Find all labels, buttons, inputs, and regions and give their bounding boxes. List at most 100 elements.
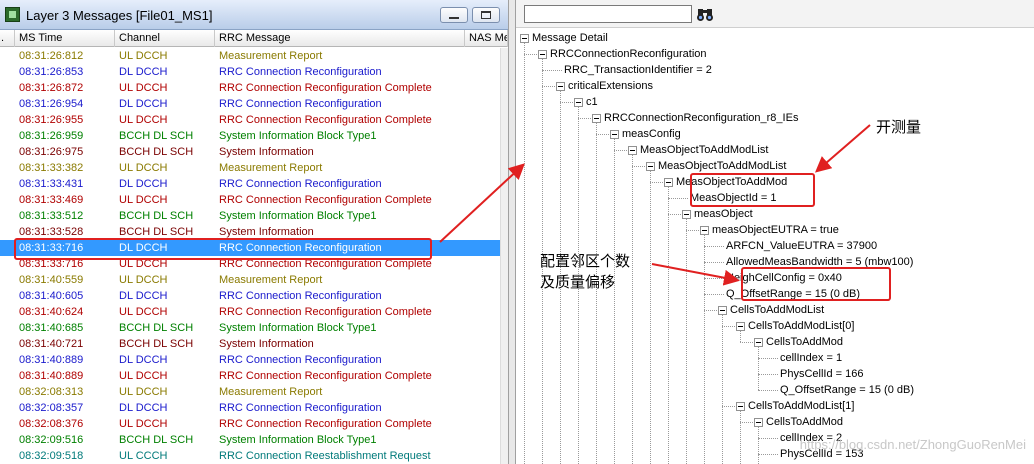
collapse-toggle-icon[interactable] <box>664 178 673 187</box>
table-row[interactable]: 08:31:26:975 BCCH DL SCH System Informatio… <box>0 144 508 160</box>
table-row[interactable]: 08:32:08:357 DL DCCH RRC Connection Reconf… <box>0 400 508 416</box>
tree-node[interactable]: Q_OffsetRange = 15 (0 dB) <box>516 382 1034 398</box>
collapse-toggle-icon[interactable] <box>628 146 637 155</box>
tree-node[interactable]: Message Detail <box>516 30 1034 46</box>
table-row[interactable]: 08:31:33:431 DL DCCH RRC Connection Reconf… <box>0 176 508 192</box>
vertical-scrollbar[interactable] <box>500 48 508 464</box>
pane-splitter[interactable] <box>508 0 516 464</box>
watermark-text: https://blog.csdn.net/ZhongGuoRenMei <box>799 437 1026 452</box>
tree-node-label: criticalExtensions <box>568 80 653 92</box>
maximize-button[interactable] <box>472 7 500 23</box>
table-row[interactable]: 08:31:40:605 DL DCCH RRC Connection Reconf… <box>0 288 508 304</box>
table-row[interactable]: 08:31:40:624 UL DCCH RRC Connection Reconf… <box>0 304 508 320</box>
binoculars-icon[interactable] <box>696 5 714 23</box>
tree-connector <box>740 422 753 423</box>
ms-time-cell: 08:32:09:516 <box>19 434 84 446</box>
table-row[interactable]: 08:31:26:853 DL DCCH RRC Connection Reconf… <box>0 64 508 80</box>
collapse-toggle-icon[interactable] <box>736 322 745 331</box>
collapse-toggle-icon[interactable] <box>520 34 529 43</box>
table-row[interactable]: 08:32:08:376 UL DCCH RRC Connection Reconf… <box>0 416 508 432</box>
tree-node[interactable]: CellsToAddMod <box>516 414 1034 430</box>
column-header-rrc-message[interactable]: RRC Message <box>215 30 465 47</box>
tree-connector <box>758 390 778 391</box>
table-row[interactable]: 08:31:33:469 UL DCCH RRC Connection Reconf… <box>0 192 508 208</box>
rrc-message-cell: System Information <box>219 338 314 350</box>
tree-node[interactable]: MeasObjectToAddModList <box>516 158 1034 174</box>
column-header-index[interactable]: . <box>0 30 15 47</box>
tree-node[interactable]: measObjectEUTRA = true <box>516 222 1034 238</box>
collapse-toggle-icon[interactable] <box>682 210 691 219</box>
collapse-toggle-icon[interactable] <box>574 98 583 107</box>
minimize-button[interactable] <box>440 7 468 23</box>
table-row[interactable]: 08:31:33:382 UL DCCH Measurement Report <box>0 160 508 176</box>
table-row[interactable]: 08:32:08:313 UL DCCH Measurement Report <box>0 384 508 400</box>
tree-node[interactable]: CellsToAddModList <box>516 302 1034 318</box>
ms-time-cell: 08:31:26:975 <box>19 146 84 158</box>
rrc-message-cell: RRC Connection Reconfiguration <box>219 98 382 110</box>
collapse-toggle-icon[interactable] <box>646 162 655 171</box>
rrc-message-cell: RRC Connection Reconfiguration <box>219 178 382 190</box>
tree-node[interactable]: CellsToAddMod <box>516 334 1034 350</box>
channel-cell: BCCH DL SCH <box>119 130 194 142</box>
ms-time-cell: 08:31:40:605 <box>19 290 84 302</box>
search-input[interactable] <box>524 5 692 23</box>
column-header-nas-message[interactable]: NAS Mes <box>465 30 508 47</box>
table-row[interactable]: 08:31:26:872 UL DCCH RRC Connection Reconf… <box>0 80 508 96</box>
tree-connector <box>668 198 688 199</box>
table-row[interactable]: 08:31:26:959 BCCH DL SCH System Informatio… <box>0 128 508 144</box>
collapse-toggle-icon[interactable] <box>754 418 763 427</box>
table-row[interactable]: 08:31:40:721 BCCH DL SCH System Informatio… <box>0 336 508 352</box>
tree-connector <box>542 86 555 87</box>
table-row[interactable]: 08:31:40:685 BCCH DL SCH System Informatio… <box>0 320 508 336</box>
tree-node[interactable]: RRCConnectionReconfiguration_r8_IEs <box>516 110 1034 126</box>
tree-node[interactable]: measConfig <box>516 126 1034 142</box>
collapse-toggle-icon[interactable] <box>538 50 547 59</box>
tree-connector <box>704 278 724 279</box>
table-row[interactable]: 08:31:26:954 DL DCCH RRC Connection Reconf… <box>0 96 508 112</box>
tree-node[interactable]: measObject <box>516 206 1034 222</box>
channel-cell: UL DCCH <box>119 306 168 318</box>
tree-node[interactable]: cellIndex = 1 <box>516 350 1034 366</box>
rrc-message-cell: RRC Connection Reconfiguration Complete <box>219 194 432 206</box>
tree-guide-line <box>524 43 525 464</box>
collapse-toggle-icon[interactable] <box>610 130 619 139</box>
tree-connector <box>632 166 645 167</box>
collapse-toggle-icon[interactable] <box>754 338 763 347</box>
ms-time-cell: 08:31:40:721 <box>19 338 84 350</box>
ms-time-cell: 08:31:33:512 <box>19 210 84 222</box>
collapse-toggle-icon[interactable] <box>700 226 709 235</box>
tree-connector <box>668 214 681 215</box>
collapse-toggle-icon[interactable] <box>556 82 565 91</box>
tree-connector <box>614 150 627 151</box>
table-row[interactable]: 08:32:09:518 UL CCCH RRC Connection Reesta… <box>0 448 508 464</box>
channel-cell: UL DCCH <box>119 386 168 398</box>
tree-node[interactable]: criticalExtensions <box>516 78 1034 94</box>
tree-node[interactable]: c1 <box>516 94 1034 110</box>
channel-cell: DL DCCH <box>119 402 168 414</box>
collapse-toggle-icon[interactable] <box>736 402 745 411</box>
rrc-message-cell: System Information Block Type1 <box>219 130 377 142</box>
tree-node[interactable]: PhysCellId = 166 <box>516 366 1034 382</box>
collapse-toggle-icon[interactable] <box>592 114 601 123</box>
table-row[interactable]: 08:31:40:889 UL DCCH RRC Connection Reconf… <box>0 368 508 384</box>
column-header-channel[interactable]: Channel <box>115 30 215 47</box>
tree-connector <box>722 406 735 407</box>
tree-node[interactable]: CellsToAddModList[0] <box>516 318 1034 334</box>
ms-time-cell: 08:31:40:559 <box>19 274 84 286</box>
table-row[interactable]: 08:32:09:516 BCCH DL SCH System Informatio… <box>0 432 508 448</box>
ms-time-cell: 08:31:26:959 <box>19 130 84 142</box>
table-row[interactable]: 08:31:26:955 UL DCCH RRC Connection Reconf… <box>0 112 508 128</box>
tree-node[interactable]: RRCConnectionReconfiguration <box>516 46 1034 62</box>
table-row[interactable]: 08:31:33:512 BCCH DL SCH System Informatio… <box>0 208 508 224</box>
collapse-toggle-icon[interactable] <box>718 306 727 315</box>
tree-node[interactable]: RRC_TransactionIdentifier = 2 <box>516 62 1034 78</box>
table-row[interactable]: 08:31:40:889 DL DCCH RRC Connection Reconf… <box>0 352 508 368</box>
table-row[interactable]: 08:31:26:812 UL DCCH Measurement Report <box>0 48 508 64</box>
channel-cell: BCCH DL SCH <box>119 210 194 222</box>
tree-node[interactable]: MeasObjectToAddModList <box>516 142 1034 158</box>
maximize-icon <box>481 11 491 19</box>
tree-node[interactable]: CellsToAddModList[1] <box>516 398 1034 414</box>
table-row[interactable]: 08:31:40:559 UL DCCH Measurement Report <box>0 272 508 288</box>
column-header-ms-time[interactable]: MS Time <box>15 30 115 47</box>
channel-cell: DL DCCH <box>119 178 168 190</box>
